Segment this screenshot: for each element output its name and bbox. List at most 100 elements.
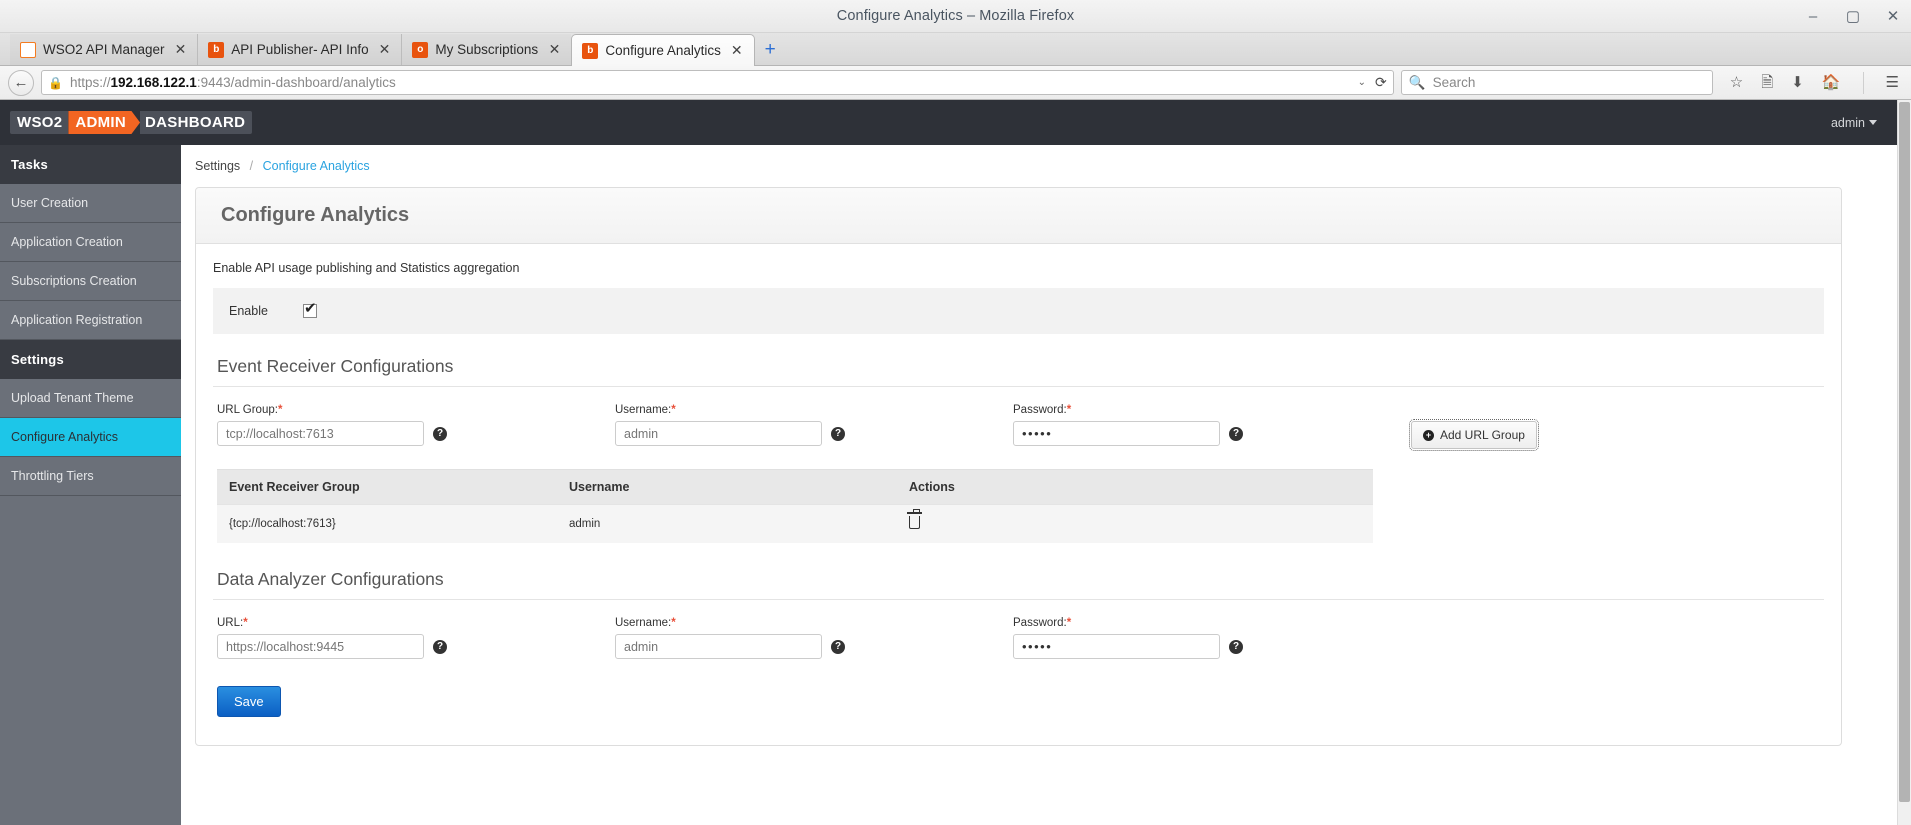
- close-icon[interactable]: ✕: [1885, 9, 1901, 24]
- sidebar-item-subscriptions-creation[interactable]: Subscriptions Creation: [0, 262, 181, 301]
- required-asterisk: *: [277, 404, 283, 416]
- help-icon[interactable]: ?: [433, 426, 447, 441]
- breadcrumb: Settings / Configure Analytics: [181, 159, 1897, 173]
- sidebar-item-application-creation[interactable]: Application Creation: [0, 223, 181, 262]
- save-button[interactable]: Save: [217, 686, 281, 717]
- help-icon[interactable]: ?: [1229, 639, 1243, 654]
- minimize-icon[interactable]: –: [1805, 9, 1821, 24]
- breadcrumb-current[interactable]: Configure Analytics: [263, 159, 370, 173]
- user-menu[interactable]: admin: [1831, 116, 1877, 130]
- add-url-group-button[interactable]: + Add URL Group: [1409, 419, 1539, 451]
- sidebar-item-application-registration[interactable]: Application Registration: [0, 301, 181, 340]
- app-header: WSO2 ADMIN DASHBOARD admin: [0, 100, 1897, 145]
- reader-list-icon[interactable]: 🗎: [1761, 75, 1773, 90]
- url-group-field: URL Group:* ?: [217, 404, 615, 446]
- navigation-toolbar: ← 🔒 https://192.168.122.1:9443/admin-das…: [0, 66, 1911, 100]
- analyzer-username-field: Username:* ?: [615, 617, 1013, 659]
- sidebar-item-configure-analytics[interactable]: Configure Analytics: [0, 418, 181, 457]
- url-scheme: https://: [69, 75, 111, 90]
- help-icon[interactable]: ?: [433, 639, 447, 654]
- cell-event-receiver-group: {tcp://localhost:7613}: [217, 504, 557, 543]
- url-path: :9443/admin-dashboard/analytics: [196, 75, 396, 90]
- event-receiver-table: Event Receiver Group Username Actions {t…: [217, 469, 1373, 543]
- add-url-group-label: Add URL Group: [1440, 428, 1525, 442]
- home-icon[interactable]: 🏠: [1822, 75, 1841, 90]
- admin-icon: b: [582, 42, 599, 59]
- reload-icon[interactable]: ⟳: [1373, 74, 1387, 91]
- plus-circle-icon: +: [1423, 429, 1434, 441]
- tab-close-icon[interactable]: ✕: [172, 41, 190, 58]
- wso2-admin-dashboard-logo[interactable]: WSO2 ADMIN DASHBOARD: [10, 111, 253, 134]
- analyzer-url-input[interactable]: [217, 634, 424, 659]
- event-receiver-username-input[interactable]: [615, 421, 822, 446]
- tab-close-icon[interactable]: ✕: [376, 41, 394, 58]
- analyzer-username-input[interactable]: [615, 634, 822, 659]
- browser-tab-4-active[interactable]: b Configure Analytics ✕: [571, 34, 755, 66]
- publisher-icon: b: [208, 41, 225, 58]
- sidebar-item-throttling-tiers[interactable]: Throttling Tiers: [0, 457, 181, 496]
- new-tab-button[interactable]: +: [755, 39, 786, 65]
- url-text: https://192.168.122.1:9443/admin-dashboa…: [70, 75, 1351, 90]
- store-icon: o: [412, 41, 429, 58]
- trash-icon[interactable]: [907, 509, 922, 529]
- chevron-down-icon: [1869, 120, 1877, 125]
- column-event-receiver-group: Event Receiver Group: [217, 469, 557, 505]
- username-label: Username:*: [615, 404, 1013, 416]
- tab-close-icon[interactable]: ✕: [546, 41, 564, 58]
- search-bar[interactable]: 🔍 Search: [1400, 70, 1713, 95]
- url-group-input[interactable]: [217, 421, 424, 446]
- sidebar-group-tasks: Tasks: [0, 145, 181, 184]
- sidebar-item-upload-tenant-theme[interactable]: Upload Tenant Theme: [0, 379, 181, 418]
- enable-checkbox[interactable]: [303, 301, 317, 318]
- analyzer-username-label-text: Username:: [615, 617, 672, 629]
- panel-header: Configure Analytics: [196, 188, 1841, 244]
- analyzer-password-label: Password:*: [1013, 617, 1411, 629]
- page-scrollbar[interactable]: [1897, 100, 1911, 825]
- required-asterisk: *: [1066, 617, 1072, 629]
- required-asterisk: *: [1066, 404, 1072, 416]
- required-asterisk: *: [243, 617, 248, 629]
- maximize-icon[interactable]: ▢: [1845, 9, 1861, 24]
- event-receiver-password-input[interactable]: [1013, 421, 1220, 446]
- analyzer-password-input[interactable]: [1013, 634, 1220, 659]
- user-name: admin: [1830, 115, 1865, 130]
- window-titlebar: Configure Analytics – Mozilla Firefox – …: [0, 0, 1911, 33]
- event-receiver-section-title: Event Receiver Configurations: [213, 356, 1824, 387]
- downloads-icon[interactable]: ⬇: [1791, 75, 1804, 90]
- help-icon[interactable]: ?: [831, 426, 845, 441]
- table-header-row: Event Receiver Group Username Actions: [217, 469, 1373, 505]
- analyzer-password-field: Password:* ?: [1013, 617, 1411, 659]
- username-label-text: Username:: [615, 404, 672, 416]
- toolbar-icons: ☆ 🗎 ⬇ 🏠 ☰: [1720, 71, 1903, 94]
- body-row: Tasks User Creation Application Creation…: [0, 145, 1897, 825]
- page-title: Configure Analytics: [221, 204, 410, 226]
- chevron-down-icon[interactable]: ⌄: [1358, 77, 1366, 88]
- enable-row: Enable: [213, 288, 1824, 334]
- password-label-text: Password:: [1013, 404, 1067, 416]
- main-content: Settings / Configure Analytics Configure…: [181, 145, 1897, 825]
- help-icon[interactable]: ?: [831, 639, 845, 654]
- logo-part-dashboard: DASHBOARD: [140, 111, 253, 134]
- browser-tab-3[interactable]: o My Subscriptions ✕: [401, 34, 572, 65]
- table-row: {tcp://localhost:7613} admin: [217, 504, 1373, 543]
- breadcrumb-root[interactable]: Settings: [195, 159, 240, 173]
- analyzer-url-label: URL:*: [217, 617, 615, 629]
- bookmark-star-icon[interactable]: ☆: [1730, 75, 1743, 90]
- column-username: Username: [557, 469, 897, 505]
- tab-label: WSO2 API Manager: [43, 42, 165, 57]
- help-icon[interactable]: ?: [1229, 426, 1243, 441]
- search-input[interactable]: Search: [1433, 75, 1476, 90]
- search-icon: 🔍: [1408, 74, 1426, 90]
- scrollbar-thumb[interactable]: [1899, 102, 1910, 802]
- url-bar[interactable]: 🔒 https://192.168.122.1:9443/admin-dashb…: [41, 70, 1394, 95]
- window-title: Configure Analytics – Mozilla Firefox: [836, 8, 1075, 24]
- back-button-icon[interactable]: ←: [8, 69, 34, 96]
- panel-body: Enable API usage publishing and Statisti…: [196, 244, 1841, 745]
- tab-close-icon[interactable]: ✕: [728, 42, 746, 59]
- hamburger-menu-icon[interactable]: ☰: [1886, 75, 1899, 90]
- tab-label: My Subscriptions: [435, 42, 539, 57]
- browser-tab-1[interactable]: b WSO2 API Manager ✕: [10, 34, 198, 65]
- analyzer-password-label-text: Password:: [1013, 617, 1067, 629]
- sidebar-item-user-creation[interactable]: User Creation: [0, 184, 181, 223]
- browser-tab-2[interactable]: b API Publisher- API Info ✕: [197, 34, 402, 65]
